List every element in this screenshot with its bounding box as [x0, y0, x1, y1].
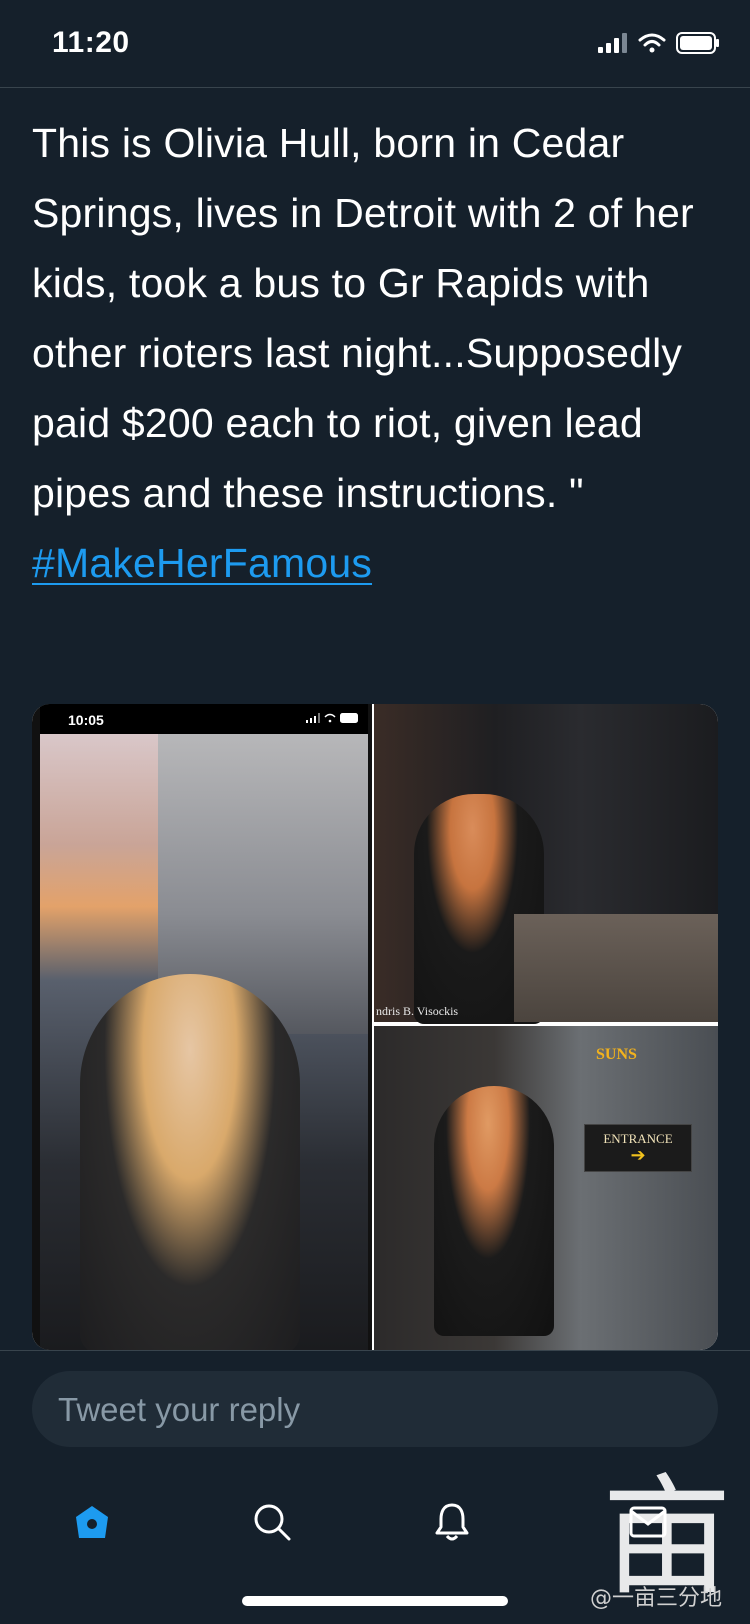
battery-icon [676, 32, 719, 54]
embedded-phone-status-bar: 10:05 [40, 704, 368, 734]
search-icon [254, 1504, 291, 1541]
wifi-icon [638, 33, 666, 53]
arrow-right-icon: ➔ [630, 1145, 646, 1165]
suns-logo: SUNS [596, 1046, 637, 1063]
street-protest-photo [40, 734, 368, 1350]
tweet-text: This is Olivia Hull, born in Cedar Sprin… [32, 108, 722, 598]
woman-breaking-door-image [434, 1086, 554, 1336]
reply-area: Tweet your reply [0, 1350, 750, 1460]
status-bar: 11:20 [0, 0, 750, 88]
hashtag-link[interactable]: #MakeHerFamous [32, 528, 722, 598]
tab-home[interactable] [60, 1490, 124, 1554]
notifications-icon [435, 1503, 469, 1541]
woman-with-phone-image [80, 974, 300, 1350]
reply-input[interactable]: Tweet your reply [32, 1371, 718, 1447]
photo-credit: ndris B. Visockis [376, 1004, 459, 1018]
planter-box-image [514, 914, 718, 1022]
entrance-sign-text: ENTRANCE [603, 1131, 673, 1146]
wifi-icon [324, 713, 336, 723]
home-icon [76, 1506, 108, 1538]
status-icons [598, 32, 720, 54]
status-time: 11:20 [52, 26, 130, 59]
home-indicator [242, 1596, 508, 1606]
watermark-text: @一亩三分地 [590, 1586, 723, 1611]
tab-notifications[interactable] [420, 1490, 484, 1554]
media-photo-top-right[interactable]: ndris B. Visockis [374, 704, 718, 1024]
tweet-media[interactable]: 10:05 ndris B. Visockis SUNS ENTRANCE ➔ [32, 704, 718, 1350]
tweet-body: This is Olivia Hull, born in Cedar Sprin… [32, 120, 694, 516]
media-photo-bottom-right[interactable]: SUNS ENTRANCE ➔ [374, 1026, 718, 1350]
tab-search[interactable] [240, 1490, 304, 1554]
media-photo-left[interactable]: 10:05 [32, 704, 372, 1350]
embedded-phone-time: 10:05 [68, 712, 104, 728]
signal-icon [598, 33, 627, 53]
battery-icon [340, 713, 358, 723]
embedded-status-icons [306, 713, 360, 723]
entrance-sign: ENTRANCE ➔ [584, 1124, 692, 1172]
signal-icon [306, 713, 320, 723]
